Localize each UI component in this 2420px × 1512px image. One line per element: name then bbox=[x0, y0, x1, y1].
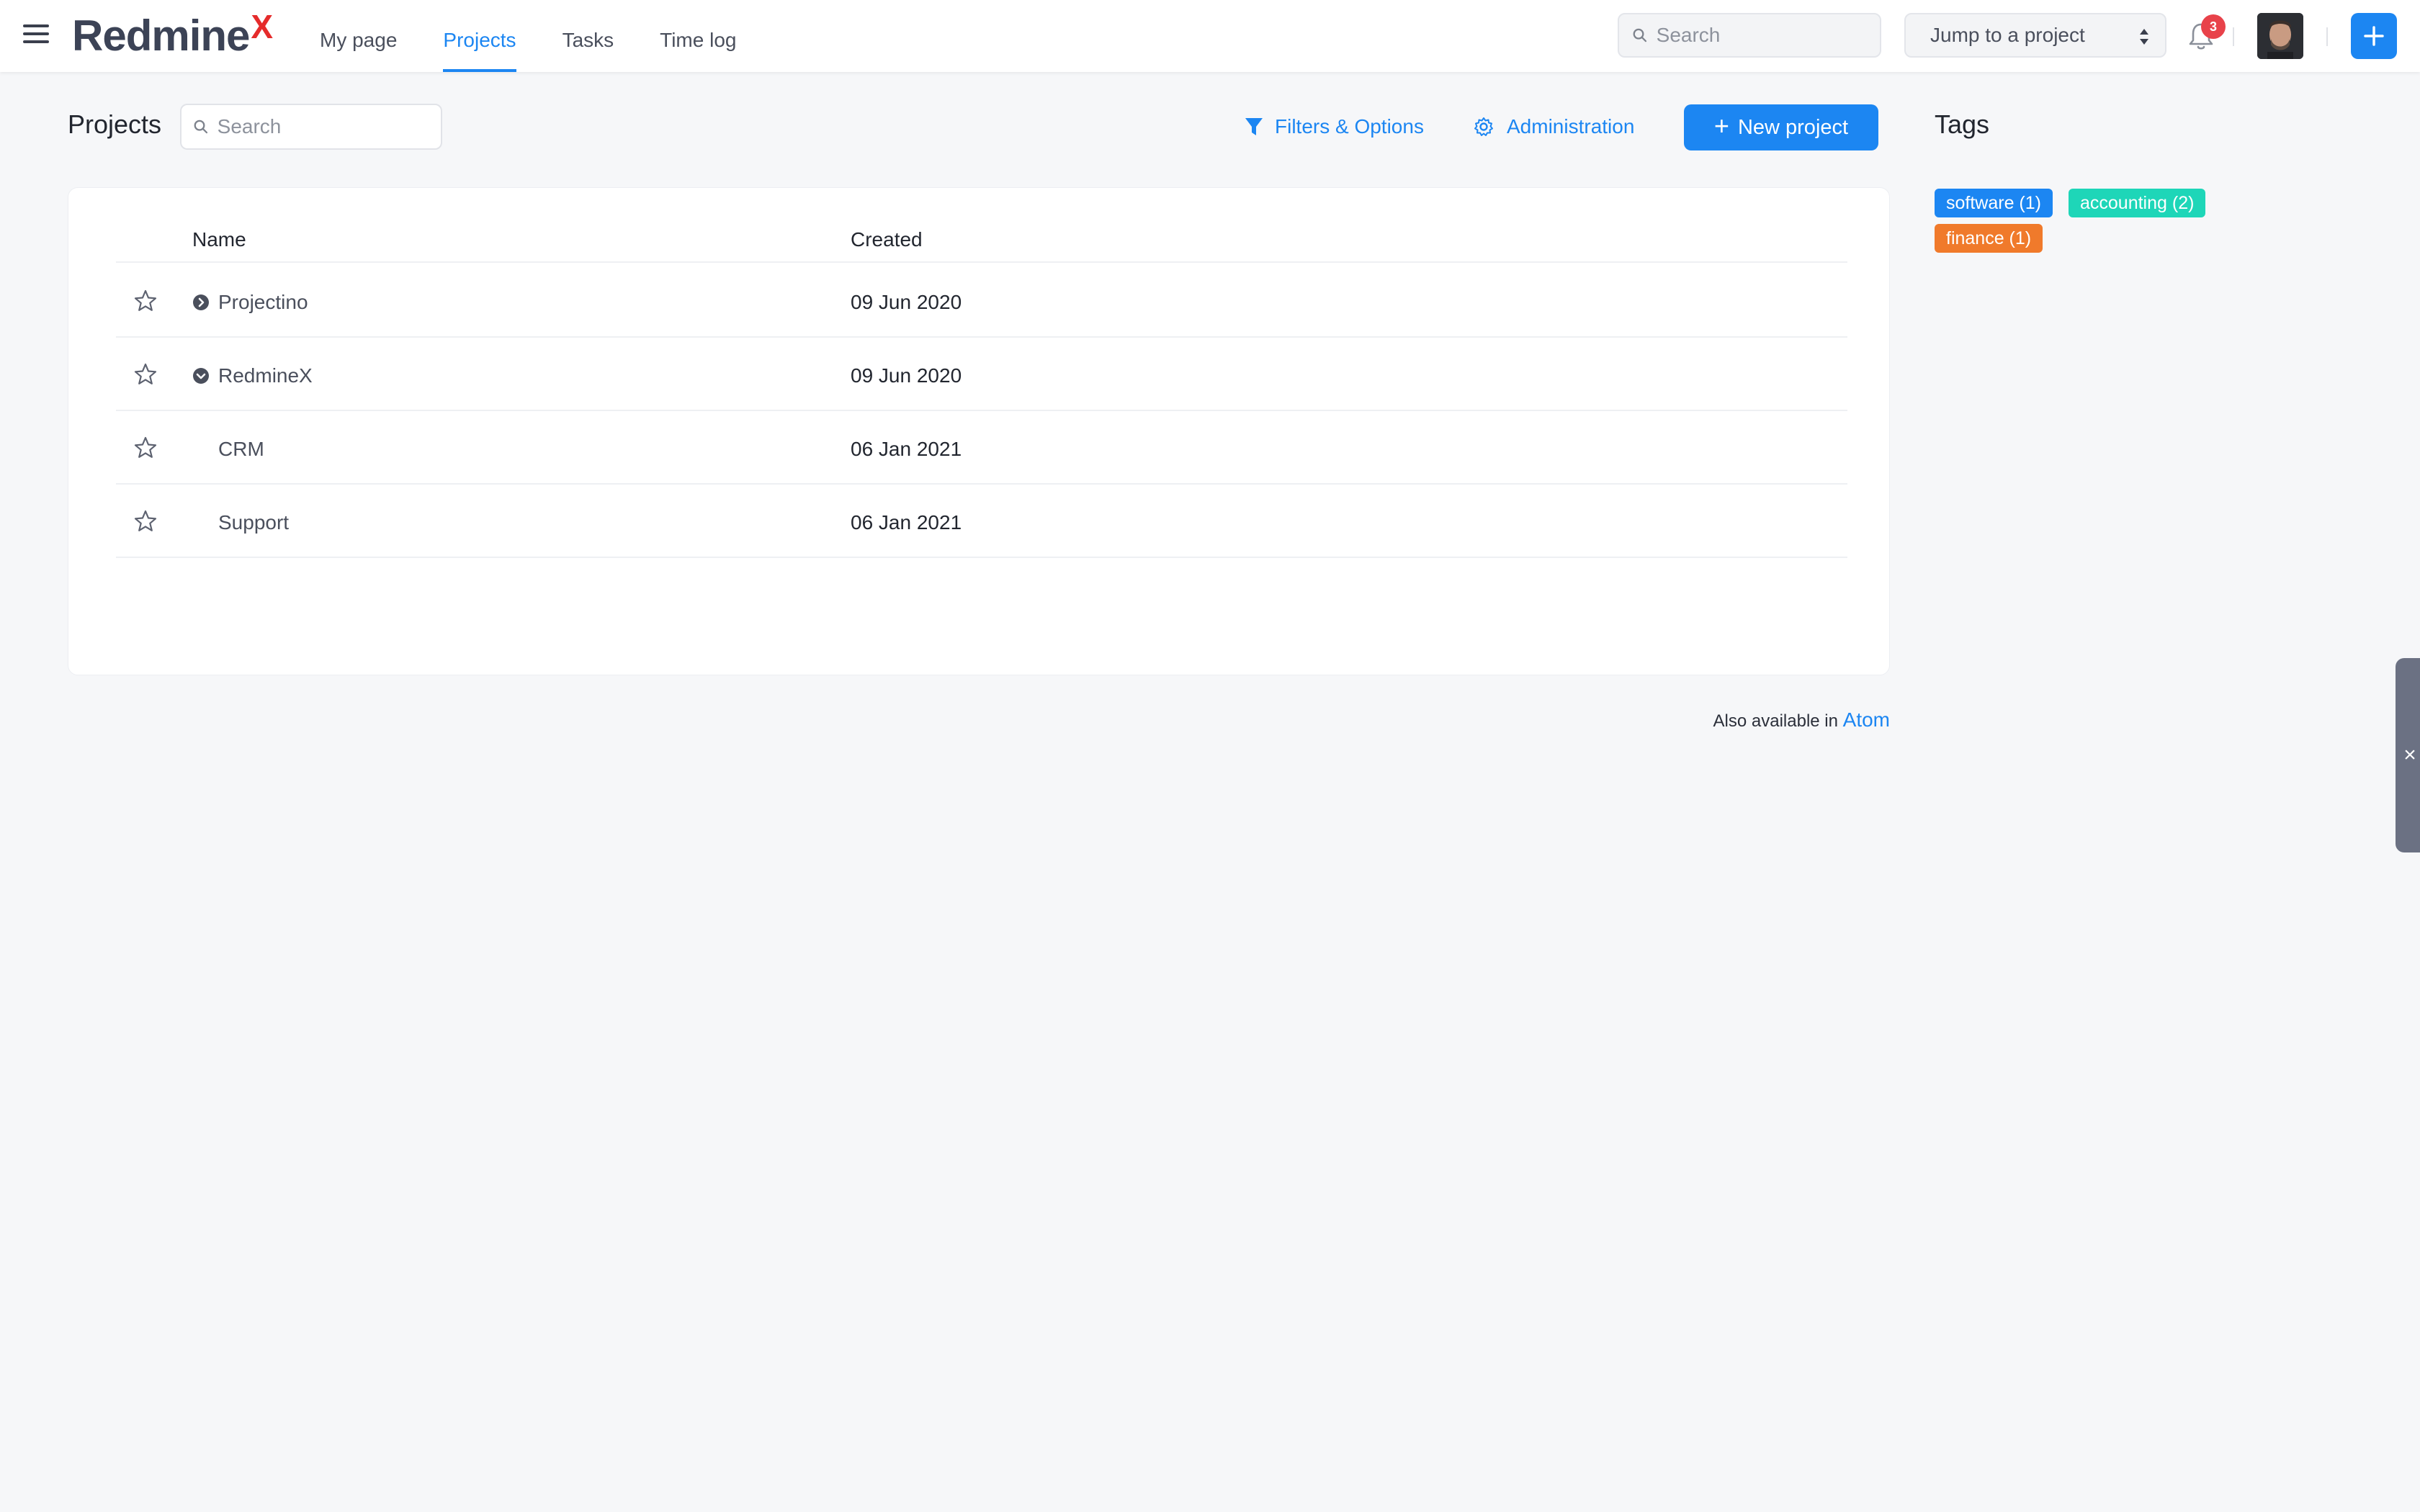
tag-accounting[interactable]: accounting (2) bbox=[2069, 189, 2206, 217]
filters-options-label: Filters & Options bbox=[1275, 115, 1424, 138]
nav-time-log[interactable]: Time log bbox=[660, 0, 736, 72]
column-header-created[interactable]: Created bbox=[851, 228, 923, 251]
project-name-link[interactable]: RedmineX bbox=[218, 364, 313, 387]
project-created-date: 06 Jan 2021 bbox=[851, 511, 962, 534]
project-name-link[interactable]: Projectino bbox=[218, 291, 308, 314]
atom-feed-note: Also available in Atom bbox=[1713, 708, 1890, 732]
table-header: Name Created bbox=[116, 212, 1847, 263]
divider bbox=[2233, 27, 2234, 46]
tag-software[interactable]: software (1) bbox=[1935, 189, 2053, 217]
filters-options-link[interactable]: Filters & Options bbox=[1245, 112, 1424, 141]
plus-icon bbox=[2364, 26, 2384, 46]
nav-projects[interactable]: Projects bbox=[443, 0, 516, 72]
user-photo bbox=[2257, 13, 2303, 59]
nav-tasks[interactable]: Tasks bbox=[563, 0, 614, 72]
new-project-label: New project bbox=[1737, 115, 1849, 139]
close-icon: × bbox=[2403, 743, 2416, 767]
main-nav: My page Projects Tasks Time log bbox=[320, 0, 782, 72]
table-row: Projectino 09 Jun 2020 bbox=[116, 264, 1847, 338]
page-title: Projects bbox=[68, 109, 162, 139]
tag-finance[interactable]: finance (1) bbox=[1935, 224, 2043, 253]
app-logo[interactable]: Redmine X bbox=[72, 8, 273, 62]
nav-my-page[interactable]: My page bbox=[320, 0, 397, 72]
tags-title: Tags bbox=[1935, 109, 1990, 139]
project-created-date: 09 Jun 2020 bbox=[851, 364, 962, 387]
search-icon bbox=[194, 120, 208, 134]
plus-icon: + bbox=[1713, 111, 1729, 140]
project-search-input[interactable] bbox=[217, 115, 441, 138]
star-icon[interactable] bbox=[133, 362, 158, 387]
project-created-date: 06 Jan 2021 bbox=[851, 438, 962, 460]
expand-icon[interactable] bbox=[192, 294, 210, 311]
project-name-link[interactable]: CRM bbox=[218, 438, 264, 461]
collapse-icon[interactable] bbox=[192, 367, 210, 384]
project-search bbox=[180, 104, 442, 150]
jump-to-project-select[interactable]: Jump to a project bbox=[1904, 13, 2166, 58]
logo-text: Redmine bbox=[72, 12, 250, 60]
top-bar: Redmine X My page Projects Tasks Time lo… bbox=[0, 0, 2420, 72]
menu-icon[interactable] bbox=[23, 24, 49, 46]
star-icon[interactable] bbox=[133, 436, 158, 460]
star-icon[interactable] bbox=[133, 509, 158, 534]
divider bbox=[2326, 27, 2328, 46]
table-row: Support 06 Jan 2021 bbox=[116, 485, 1847, 558]
project-created-date: 09 Jun 2020 bbox=[851, 291, 962, 313]
new-project-button[interactable]: + New project bbox=[1684, 104, 1878, 150]
notification-badge: 3 bbox=[2201, 14, 2226, 39]
administration-link[interactable]: Administration bbox=[1474, 112, 1634, 141]
logo-accent: X bbox=[251, 8, 273, 45]
global-search-input[interactable] bbox=[1656, 24, 1880, 47]
gear-icon bbox=[1474, 117, 1493, 136]
avatar[interactable] bbox=[2257, 13, 2303, 59]
table-row: CRM 06 Jan 2021 bbox=[116, 411, 1847, 485]
jump-to-project-label: Jump to a project bbox=[1930, 24, 2085, 46]
table-row: RedmineX 09 Jun 2020 bbox=[116, 338, 1847, 411]
side-panel-close-button[interactable]: × bbox=[2396, 658, 2420, 852]
star-icon[interactable] bbox=[133, 289, 158, 313]
sort-updown-icon bbox=[2140, 29, 2148, 45]
atom-link[interactable]: Atom bbox=[1843, 708, 1890, 731]
projects-card: Name Created Projectino 09 Jun 2020 Redm… bbox=[68, 187, 1890, 675]
filter-icon bbox=[1245, 118, 1263, 135]
column-header-name[interactable]: Name bbox=[192, 228, 246, 251]
project-name-link[interactable]: Support bbox=[218, 511, 289, 534]
search-icon bbox=[1633, 28, 1647, 42]
global-search bbox=[1618, 13, 1881, 58]
atom-prefix: Also available in bbox=[1713, 711, 1838, 731]
quick-add-button[interactable] bbox=[2351, 13, 2397, 59]
administration-label: Administration bbox=[1507, 115, 1635, 138]
